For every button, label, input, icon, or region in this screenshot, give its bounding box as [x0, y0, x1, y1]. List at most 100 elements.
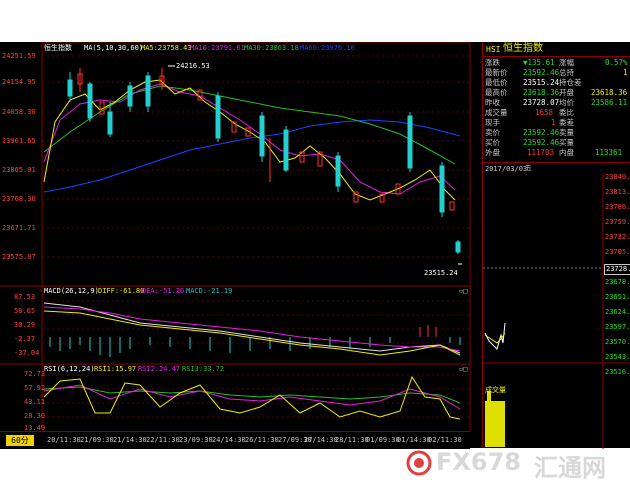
chart-terminal: 恒生指数 MA(5,10,30,60) MA5:23758.43 MA10:23… — [0, 42, 630, 449]
row-key: 涨跌 — [485, 58, 500, 67]
price-tick: 24154.95 — [2, 78, 36, 86]
row-key: 外盘 — [485, 148, 500, 157]
time-tick: 21/14:30 — [113, 436, 147, 444]
intraday-tick: 23732.85 — [605, 233, 630, 241]
row-key: 成交量 — [485, 108, 508, 117]
quote-row: 最新价 23592.46 总持 1 — [483, 68, 630, 78]
row-value: 23592.46 — [523, 128, 560, 137]
kline-chart[interactable] — [0, 42, 480, 292]
prev-close-box: 23728.07 — [604, 264, 630, 275]
period-button[interactable]: 60分 — [6, 435, 34, 446]
rsi2-value: RSI2:24.47 — [138, 365, 181, 373]
quote-row: 涨跌 ▼135.61 涨幅 0.57% — [483, 58, 630, 68]
instrument-name: 恒生指数 — [503, 43, 543, 54]
macd-tick: -2.37 — [14, 335, 36, 343]
ma-params: MA(5,10,30,60) — [84, 44, 144, 52]
row-value: 23586.11 — [591, 98, 628, 107]
intraday-tick: 23705.83 — [605, 248, 630, 256]
time-tick: 22/11:30 — [146, 436, 180, 444]
intraday-tick: 23543.71 — [605, 353, 630, 361]
price-tick: 23671.71 — [2, 224, 36, 232]
watermark-logo — [406, 450, 432, 476]
quote-panel: HSI 恒生指数 涨跌 ▼135.61 涨幅 0.57% 最新价 23592.4… — [482, 42, 630, 449]
row-value: 23592.46 — [523, 68, 560, 77]
macd-tick: 87.53 — [14, 293, 36, 301]
price-tick: 24058.30 — [2, 108, 36, 116]
price-tick: 23961.65 — [2, 137, 36, 145]
intraday-tick: 23786.89 — [605, 203, 630, 211]
row-value: 23592.46 — [523, 138, 560, 147]
row-value: 111703 — [527, 148, 555, 157]
row-key: 委比 — [559, 108, 574, 117]
intraday-tick: 23570.73 — [605, 338, 630, 346]
instrument-code: HSI — [486, 45, 501, 54]
time-axis: 60分 20/11:30 21/09:30 21/14:30 22/11:30 … — [0, 431, 470, 449]
macd-dea: DEA:-51.20 — [142, 287, 185, 295]
rsi-tick: 72.73 — [24, 370, 46, 378]
rsi-tick: 57.92 — [24, 384, 46, 392]
quote-header[interactable]: HSI 恒生指数 — [483, 42, 630, 57]
intraday-tick: 23597.75 — [605, 323, 630, 331]
rsi-label: RSI(6,12,24) — [44, 365, 95, 373]
price-tick: 23575.07 — [2, 253, 36, 261]
rsi1-value: RSI1:15.97 — [94, 365, 137, 373]
rsi-tick: 28.30 — [24, 412, 46, 420]
quote-table: 涨跌 ▼135.61 涨幅 0.57% 最新价 23592.46 总持 1 最低… — [483, 58, 630, 162]
ma5-value: MA5:23758.43 — [141, 44, 192, 52]
row-value: 0.57% — [605, 58, 628, 67]
watermark: FX678 汇通网 — [404, 446, 624, 482]
ma10-value: MA10:23791.61 — [190, 44, 245, 52]
macd-label: MACD(26,12,9) — [44, 287, 99, 295]
time-tick: 21/09:30 — [80, 436, 114, 444]
row-value: 23728.07 — [523, 98, 560, 107]
intraday-price-line — [484, 322, 506, 350]
main-title: 恒生指数 — [44, 44, 72, 52]
row-key: 卖价 — [485, 128, 500, 137]
intraday-tick: 23651.79 — [605, 293, 630, 301]
time-tick: 23/09:30 — [179, 436, 213, 444]
macd-panel[interactable] — [0, 285, 480, 363]
row-key: 总持 — [559, 68, 574, 77]
intraday-chart[interactable]: 2017/03/03 五 成交量 23728.07 23840.93 23813… — [483, 162, 630, 449]
row-key: 最高价 — [485, 88, 508, 97]
macd-value: MACD:-21.19 — [186, 287, 233, 295]
macd-tick: -37.04 — [14, 349, 40, 357]
time-tick: 20/11:30 — [47, 436, 81, 444]
intraday-tick: 23678.81 — [605, 278, 630, 286]
rsi3-value: RSI3:33.72 — [182, 365, 225, 373]
row-value: 1 — [623, 68, 628, 77]
intraday-tick: 23624.77 — [605, 308, 630, 316]
row-key: 开盘 — [559, 88, 574, 97]
row-key: 内盘 — [559, 148, 574, 157]
volume-label: 成交量 — [485, 386, 506, 394]
row-key: 买价 — [485, 138, 500, 147]
watermark-cn: 汇通网 — [534, 454, 606, 482]
macd-window-buttons[interactable]: ▫□ — [459, 287, 467, 296]
row-key: 持仓差 — [559, 78, 582, 87]
row-key: 最新价 — [485, 68, 508, 77]
row-key: 均价 — [559, 98, 574, 107]
row-key: 买量 — [559, 138, 574, 147]
macd-diff: DIFF:-61.80 — [98, 287, 145, 295]
time-tick: 01/14:30 — [397, 436, 431, 444]
quote-row: 买价 23592.46 买量 — [483, 138, 630, 148]
time-tick: 01/09:30 — [366, 436, 400, 444]
intraday-weekday: 五 — [525, 164, 532, 172]
row-key: 委差 — [559, 118, 574, 127]
intraday-tick: 23840.93 — [605, 173, 630, 181]
rsi-tick: 43.11 — [24, 398, 46, 406]
time-tick: 28/11:30 — [335, 436, 369, 444]
row-key: 卖量 — [559, 128, 574, 137]
time-tick: 26/11:30 — [245, 436, 279, 444]
quote-row: 昨收 23728.07 均价 23586.11 — [483, 98, 630, 108]
quote-row: 现手 1 委差 — [483, 118, 630, 128]
row-value: 1 — [551, 118, 556, 127]
ma60-value: MA60:23976.10 — [300, 44, 355, 52]
rsi-window-buttons[interactable]: ▫□ — [459, 365, 467, 374]
low-label: 23515.24 — [424, 269, 458, 277]
intraday-volume-bars — [485, 401, 505, 447]
intraday-tick: 23759.87 — [605, 218, 630, 226]
row-key: 现手 — [485, 118, 500, 127]
row-key: 昨收 — [485, 98, 500, 107]
row-value: ▼135.61 — [523, 58, 555, 67]
